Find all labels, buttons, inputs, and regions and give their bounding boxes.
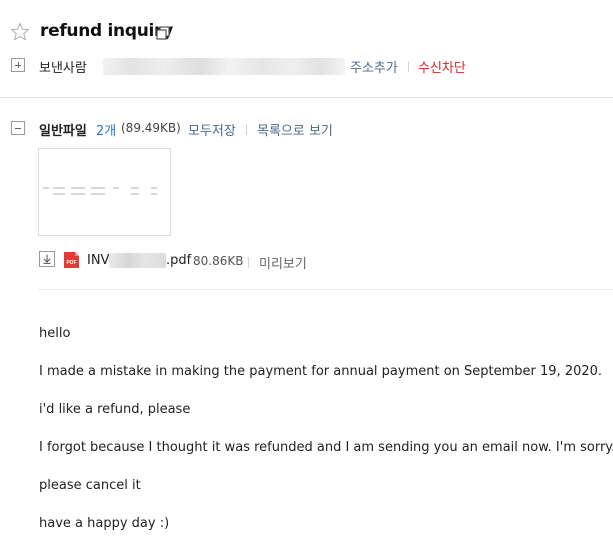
svg-text:PDF: PDF: [67, 260, 77, 266]
preview-link[interactable]: 미리보기: [259, 253, 307, 272]
attachment-size: 80.86KB: [193, 254, 244, 268]
save-all-link[interactable]: 모두저장: [188, 120, 236, 139]
sender-address-redacted: [103, 58, 345, 75]
body-line: i'd like a refund, please: [39, 402, 191, 417]
block-sender-link[interactable]: 수신차단: [418, 57, 466, 76]
list-view-link[interactable]: 목록으로 보기: [257, 120, 333, 139]
mail-subject: refund inquiry: [40, 21, 173, 41]
collapse-attachments-icon[interactable]: [11, 121, 25, 135]
sender-label: 보낸사람: [39, 61, 87, 76]
download-icon[interactable]: [39, 251, 55, 267]
attachments-total-size: (89.49KB): [121, 121, 181, 135]
expand-sender-icon[interactable]: [11, 58, 25, 72]
body-line: I forgot because I thought it was refund…: [39, 440, 613, 455]
attachment-thumbnail[interactable]: [38, 148, 171, 236]
attachments-title: 일반파일: [39, 124, 87, 139]
attachment-extension[interactable]: .pdf: [166, 253, 191, 268]
header-divider: [0, 97, 613, 98]
attachment-filename-redacted: [109, 253, 166, 268]
divider: [246, 124, 247, 135]
body-line: I made a mistake in making the payment f…: [39, 364, 603, 379]
attachments-divider: [38, 289, 613, 290]
star-icon[interactable]: [10, 22, 30, 42]
pdf-file-icon: PDF: [64, 252, 79, 268]
divider: [408, 61, 409, 72]
attachments-count: 2개: [96, 124, 117, 139]
divider: [248, 257, 249, 268]
body-line: have a happy day :): [39, 516, 170, 531]
body-line: please cancel it: [39, 478, 141, 493]
body-line: hello: [39, 326, 71, 341]
copy-icon[interactable]: [156, 26, 170, 40]
add-address-link[interactable]: 주소추가: [350, 57, 398, 76]
attachment-filename[interactable]: INV: [87, 253, 109, 268]
